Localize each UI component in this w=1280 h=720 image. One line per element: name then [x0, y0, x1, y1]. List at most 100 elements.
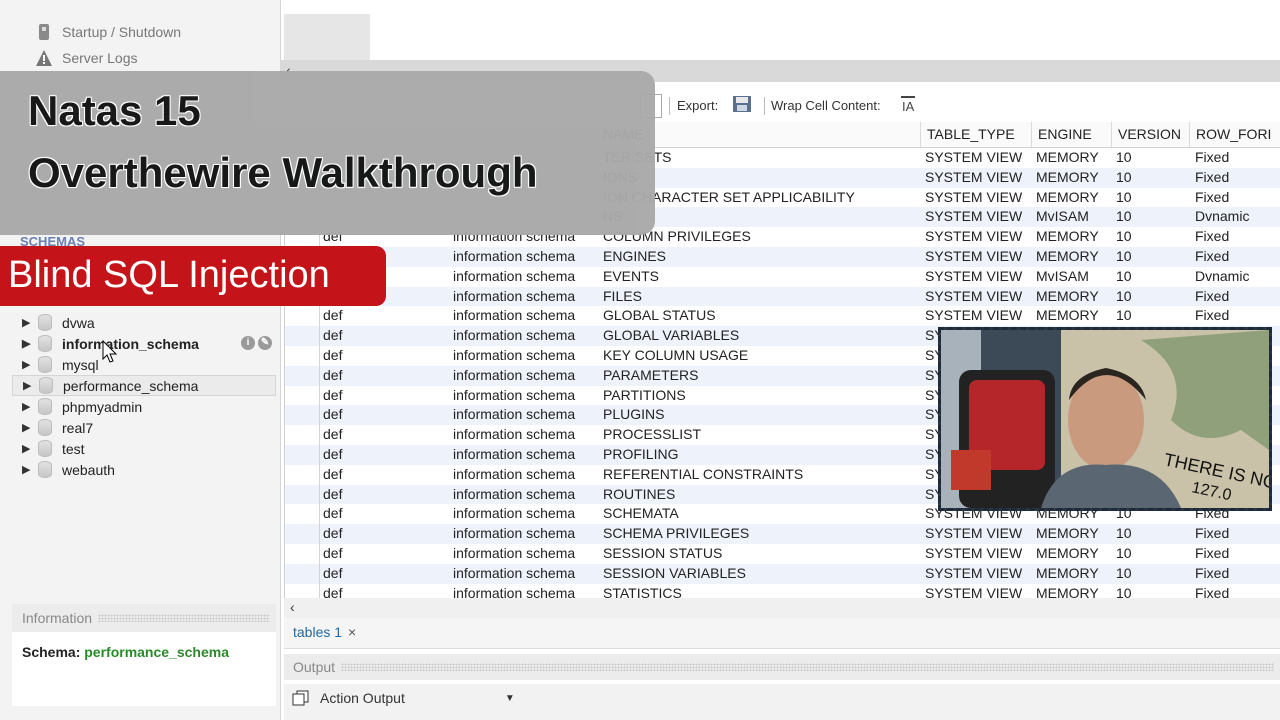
table-cell[interactable]: def: [323, 386, 447, 406]
table-cell[interactable]: ENGINES: [603, 247, 919, 267]
table-cell[interactable]: information schema: [453, 564, 595, 584]
table-row[interactable]: information schema EVENTS SYSTEM VIEW MvISA…: [285, 266, 1280, 287]
expand-arrow-icon[interactable]: ▶: [22, 316, 32, 329]
expand-arrow-icon[interactable]: ▶: [22, 400, 32, 413]
table-cell[interactable]: SYSTEM VIEW: [925, 168, 1033, 188]
table-cell[interactable]: information schema: [453, 366, 595, 386]
export-icon[interactable]: [731, 94, 753, 114]
table-cell[interactable]: PROCESSLIST: [603, 425, 919, 445]
table-cell[interactable]: SYSTEM VIEW: [925, 287, 1033, 307]
table-cell[interactable]: information schema: [453, 247, 595, 267]
table-cell[interactable]: def: [323, 564, 447, 584]
table-cell[interactable]: information schema: [453, 326, 595, 346]
column-header-table-type[interactable]: TABLE_TYPE: [921, 122, 1032, 147]
table-cell[interactable]: def: [323, 584, 447, 598]
wrap-text-icon[interactable]: IA: [898, 94, 920, 114]
table-cell[interactable]: SYSTEM VIEW: [925, 247, 1033, 267]
table-row[interactable]: def information schema SESSION VARIABLES SY…: [285, 563, 1280, 584]
table-cell[interactable]: def: [323, 485, 447, 505]
schema-item-phpmyadmin[interactable]: ▶ phpmyadmin: [12, 396, 276, 417]
table-cell[interactable]: def: [323, 465, 447, 485]
table-cell[interactable]: SESSION STATUS: [603, 544, 919, 564]
table-cell[interactable]: information schema: [453, 405, 595, 425]
table-cell[interactable]: SCHEMA PRIVILEGES: [603, 524, 919, 544]
sidebar-item-startup-shutdown[interactable]: Startup / Shutdown: [36, 22, 181, 42]
table-cell[interactable]: SYSTEM VIEW: [925, 584, 1033, 598]
table-cell[interactable]: 10: [1116, 188, 1188, 208]
table-cell[interactable]: Fixed: [1195, 544, 1280, 564]
table-cell[interactable]: MEMORY: [1036, 584, 1112, 598]
table-cell[interactable]: REFERENTIAL CONSTRAINTS: [603, 465, 919, 485]
row-header[interactable]: [285, 425, 320, 445]
table-cell[interactable]: STATISTICS: [603, 584, 919, 598]
table-cell[interactable]: def: [323, 445, 447, 465]
row-header[interactable]: [285, 464, 320, 485]
expand-arrow-icon[interactable]: ▶: [22, 442, 32, 455]
row-header[interactable]: [285, 583, 320, 598]
table-cell[interactable]: MEMORY: [1036, 544, 1112, 564]
table-cell[interactable]: information schema: [453, 386, 595, 406]
table-cell[interactable]: MvISAM: [1036, 207, 1112, 227]
table-cell[interactable]: Fixed: [1195, 188, 1280, 208]
table-cell[interactable]: Dvnamic: [1195, 207, 1280, 227]
table-cell[interactable]: information schema: [453, 485, 595, 505]
row-header[interactable]: [285, 504, 320, 525]
expand-arrow-icon[interactable]: ▶: [23, 379, 33, 392]
table-cell[interactable]: def: [323, 346, 447, 366]
column-header-row-format[interactable]: ROW_FORI: [1190, 122, 1280, 147]
table-cell[interactable]: 10: [1116, 584, 1188, 598]
table-cell[interactable]: Fixed: [1195, 287, 1280, 307]
column-header-engine[interactable]: ENGINE: [1032, 122, 1112, 147]
row-header[interactable]: [285, 445, 320, 465]
table-cell[interactable]: MEMORY: [1036, 148, 1112, 168]
column-header-version[interactable]: VERSION: [1112, 122, 1190, 147]
table-cell[interactable]: information schema: [453, 267, 595, 287]
row-header[interactable]: [285, 365, 320, 386]
table-cell[interactable]: def: [323, 425, 447, 445]
table-cell[interactable]: information schema: [453, 445, 595, 465]
table-row[interactable]: def information schema SCHEMA PRIVILEGES SY…: [285, 524, 1280, 544]
table-cell[interactable]: Fixed: [1195, 148, 1280, 168]
close-icon[interactable]: ×: [348, 624, 356, 640]
table-cell[interactable]: SYSTEM VIEW: [925, 306, 1033, 326]
table-cell[interactable]: SYSTEM VIEW: [925, 267, 1033, 287]
table-cell[interactable]: information schema: [453, 287, 595, 307]
schema-item-dvwa[interactable]: ▶ dvwa: [12, 312, 276, 333]
row-header[interactable]: [285, 326, 320, 346]
table-cell[interactable]: SYSTEM VIEW: [925, 564, 1033, 584]
table-cell[interactable]: information schema: [453, 544, 595, 564]
table-cell[interactable]: MEMORY: [1036, 287, 1112, 307]
table-cell[interactable]: EVENTS: [603, 267, 919, 287]
table-cell[interactable]: Fixed: [1195, 584, 1280, 598]
table-row[interactable]: def information schema STATISTICS SYSTEM VI…: [285, 583, 1280, 598]
table-cell[interactable]: def: [323, 504, 447, 524]
row-header[interactable]: [285, 524, 320, 544]
action-output-select[interactable]: Action Output ▼: [292, 690, 515, 706]
row-header[interactable]: [285, 306, 320, 327]
table-cell[interactable]: 10: [1116, 207, 1188, 227]
table-cell[interactable]: 10: [1116, 544, 1188, 564]
table-cell[interactable]: SYSTEM VIEW: [925, 524, 1033, 544]
row-header[interactable]: [285, 544, 320, 564]
table-cell[interactable]: MEMORY: [1036, 227, 1112, 247]
table-cell[interactable]: SYSTEM VIEW: [925, 227, 1033, 247]
schema-item-test[interactable]: ▶ test: [12, 438, 276, 459]
table-cell[interactable]: PARAMETERS: [603, 366, 919, 386]
row-header[interactable]: [285, 385, 320, 406]
table-cell[interactable]: SYSTEM VIEW: [925, 207, 1033, 227]
table-cell[interactable]: MEMORY: [1036, 188, 1112, 208]
wrench-icon[interactable]: ✎: [258, 336, 272, 350]
expand-arrow-icon[interactable]: ▶: [22, 421, 32, 434]
row-header[interactable]: [285, 405, 320, 426]
table-cell[interactable]: FILES: [603, 287, 919, 307]
table-cell[interactable]: Fixed: [1195, 524, 1280, 544]
table-row[interactable]: def information schema GLOBAL STATUS SYSTEM…: [285, 306, 1280, 327]
table-cell[interactable]: information schema: [453, 504, 595, 524]
expand-arrow-icon[interactable]: ▶: [22, 463, 32, 476]
table-cell[interactable]: PLUGINS: [603, 405, 919, 425]
table-cell[interactable]: SYSTEM VIEW: [925, 544, 1033, 564]
table-cell[interactable]: 10: [1116, 287, 1188, 307]
row-header[interactable]: [285, 563, 320, 584]
table-cell[interactable]: MEMORY: [1036, 168, 1112, 188]
expand-arrow-icon[interactable]: ▶: [22, 358, 32, 371]
